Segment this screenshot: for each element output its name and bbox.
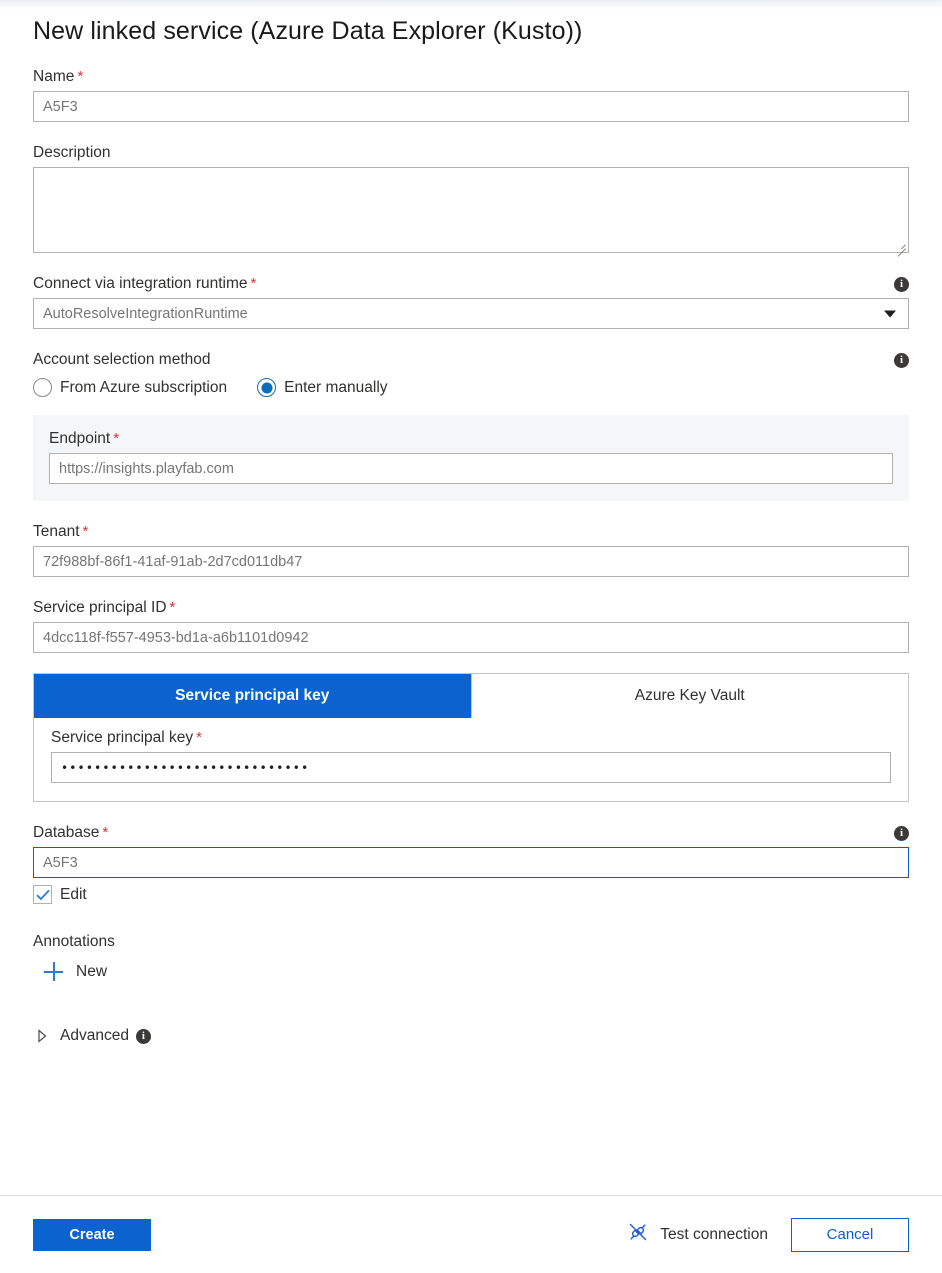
edit-checkbox[interactable] [33, 885, 52, 904]
info-icon[interactable]: i [894, 825, 909, 841]
cancel-button[interactable]: Cancel [791, 1217, 909, 1252]
radio-enter-manually-label: Enter manually [284, 378, 388, 396]
endpoint-required-asterisk: * [113, 430, 120, 447]
integration-runtime-label-wrap: Connect via integration runtime * [33, 275, 256, 293]
service-principal-key-label-wrap: Service principal key * [51, 729, 202, 747]
service-principal-key-input[interactable]: •••••••••••••••••••••••••••••• [51, 752, 891, 783]
add-annotation-button[interactable]: New [44, 962, 107, 981]
test-connection-button[interactable]: Test connection [627, 1221, 768, 1248]
info-icon[interactable]: i [135, 1028, 151, 1044]
description-textarea[interactable] [33, 167, 909, 253]
footer-right-actions: Test connection Cancel [627, 1217, 909, 1252]
info-icon[interactable]: i [894, 276, 909, 292]
description-label-row: Description [33, 144, 909, 162]
account-selection-label: Account selection method [33, 351, 211, 368]
dialog-body: New linked service (Azure Data Explorer … [0, 0, 942, 1195]
tenant-required-asterisk: * [82, 523, 89, 540]
service-principal-id-label-row: Service principal ID * [33, 599, 909, 617]
name-input[interactable]: A5F3 [33, 91, 909, 122]
service-principal-key-label-row: Service principal key * [51, 729, 891, 747]
integration-runtime-select[interactable]: AutoResolveIntegrationRuntime [33, 298, 909, 329]
advanced-label: Advanced [60, 1027, 129, 1044]
account-selection-label-row: Account selection method i [33, 351, 909, 369]
plus-icon [44, 962, 63, 981]
tab-azure-key-vault[interactable]: Azure Key Vault [470, 674, 908, 718]
dialog-footer: Create Test connection Cancel [0, 1195, 942, 1273]
tenant-label-wrap: Tenant * [33, 523, 88, 541]
description-label: Description [33, 144, 111, 161]
tenant-label: Tenant [33, 523, 80, 540]
tenant-field-group: Tenant * 72f988bf-86f1-41af-91ab-2d7cd011… [33, 523, 909, 577]
database-required-asterisk: * [102, 824, 109, 841]
checkmark-icon [35, 889, 50, 900]
integration-runtime-value: AutoResolveIntegrationRuntime [43, 305, 248, 322]
service-principal-id-field-group: Service principal ID * 4dcc118f-f557-4953… [33, 599, 909, 653]
edit-checkbox-row[interactable]: Edit [33, 885, 909, 904]
integration-runtime-required-asterisk: * [250, 275, 257, 292]
auth-tab-panel: Service principal key * •••••••••••••••••… [34, 718, 908, 801]
integration-runtime-label: Connect via integration runtime [33, 275, 248, 292]
database-label-row: Database * i [33, 824, 909, 842]
database-label: Database [33, 824, 100, 841]
service-principal-id-label-wrap: Service principal ID * [33, 599, 175, 617]
tenant-input[interactable]: 72f988bf-86f1-41af-91ab-2d7cd011db47 [33, 546, 909, 577]
endpoint-label-wrap: Endpoint * [49, 430, 119, 448]
new-linked-service-dialog: New linked service (Azure Data Explorer … [0, 0, 942, 1273]
test-connection-label: Test connection [660, 1225, 768, 1243]
page-title: New linked service (Azure Data Explorer … [33, 17, 583, 45]
account-selection-radios: From Azure subscription Enter manually [33, 378, 909, 397]
tenant-label-row: Tenant * [33, 523, 909, 541]
name-field-group: Name * A5F3 [33, 68, 909, 122]
create-button[interactable]: Create [33, 1218, 151, 1251]
database-input[interactable]: A5F3 [33, 847, 909, 878]
radio-from-azure-subscription-label: From Azure subscription [60, 378, 228, 396]
triangle-right-icon [37, 1029, 47, 1043]
service-principal-key-required-asterisk: * [196, 729, 202, 746]
radio-enter-manually[interactable]: Enter manually [257, 378, 388, 397]
auth-method-tabs-container: Service principal key Azure Key Vault Se… [33, 673, 909, 802]
service-principal-id-input[interactable]: 4dcc118f-f557-4953-bd1a-a6b1101d0942 [33, 622, 909, 653]
name-required-asterisk: * [77, 68, 84, 85]
service-principal-id-required-asterisk: * [169, 599, 176, 616]
chevron-down-icon[interactable] [884, 310, 896, 317]
description-field-group: Description [33, 144, 909, 253]
plug-icon [627, 1221, 649, 1248]
endpoint-label-row: Endpoint * [49, 430, 893, 448]
integration-runtime-label-row: Connect via integration runtime * i [33, 275, 909, 293]
endpoint-input[interactable]: https://insights.playfab.com [49, 453, 893, 484]
service-principal-key-label: Service principal key [51, 729, 194, 746]
advanced-expander[interactable]: Advanced i [33, 1027, 909, 1045]
name-label: Name [33, 68, 75, 85]
service-principal-id-label: Service principal ID [33, 599, 167, 616]
radio-button-selected-icon[interactable] [257, 378, 277, 397]
endpoint-subpanel: Endpoint * https://insights.playfab.com [33, 415, 909, 501]
endpoint-label: Endpoint [49, 430, 111, 447]
info-icon[interactable]: i [894, 352, 909, 368]
tab-service-principal-key[interactable]: Service principal key [34, 674, 471, 718]
account-selection-group: Account selection method i From Azure su… [33, 351, 909, 397]
auth-method-tabs: Service principal key Azure Key Vault [34, 674, 908, 718]
annotations-label: Annotations [33, 933, 115, 950]
integration-runtime-field-group: Connect via integration runtime * i AutoR… [33, 275, 909, 329]
database-field-group: Database * i A5F3 Edit [33, 824, 909, 904]
resize-grip-icon[interactable] [895, 240, 906, 251]
name-label-wrap: Name * [33, 68, 83, 86]
database-label-wrap: Database * [33, 824, 108, 842]
radio-button-icon[interactable] [33, 378, 52, 397]
edit-checkbox-label: Edit [60, 885, 87, 903]
radio-from-azure-subscription[interactable]: From Azure subscription [33, 378, 227, 397]
name-label-row: Name * [33, 68, 909, 86]
add-annotation-label: New [76, 962, 108, 980]
